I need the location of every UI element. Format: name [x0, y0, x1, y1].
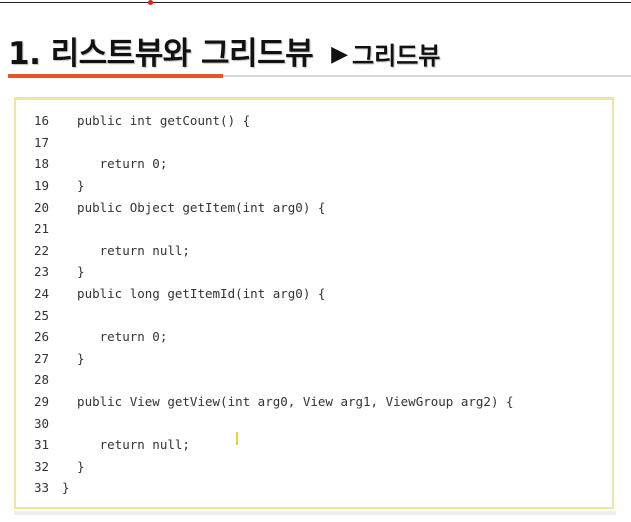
- line-number: 23: [34, 264, 50, 280]
- line-number: 22: [34, 242, 50, 258]
- code-line: 18 return 0;: [34, 153, 514, 175]
- line-code: return null;: [62, 242, 190, 258]
- line-number: 28: [34, 372, 50, 388]
- slide-title: 1. 리스트뷰와 그리드뷰 ▶ 그리드뷰: [8, 28, 440, 72]
- code-line: 25: [34, 304, 514, 326]
- pointer-dot: [148, 0, 153, 5]
- line-code: return 0;: [62, 156, 168, 172]
- slide-title-text: 1. 리스트뷰와 그리드뷰: [8, 36, 314, 72]
- line-number: 29: [34, 394, 50, 410]
- line-code: public View getView(int arg0, View arg1,…: [62, 394, 514, 410]
- line-code: }: [62, 480, 70, 496]
- line-number: 17: [34, 134, 50, 150]
- code-line: 32 }: [34, 456, 514, 478]
- code-panel-shadow: [14, 511, 616, 515]
- code-line: 27 }: [34, 348, 514, 370]
- code-line: 17: [34, 132, 514, 154]
- code-line: 31 return null;: [34, 434, 514, 456]
- code-line: 22 return null;: [34, 240, 514, 262]
- line-code: }: [62, 350, 85, 366]
- line-code: return 0;: [62, 329, 168, 345]
- code-line: 30: [34, 412, 514, 434]
- line-code: public Object getItem(int arg0) {: [62, 199, 326, 215]
- code-line: 21: [34, 218, 514, 240]
- code-line: 26 return 0;: [34, 326, 514, 348]
- line-number: 21: [34, 221, 50, 237]
- line-code: }: [62, 264, 85, 280]
- code-line: 23 }: [34, 261, 514, 283]
- top-divider-line: [0, 2, 631, 3]
- line-number: 32: [34, 458, 50, 474]
- line-number: 20: [34, 199, 50, 215]
- line-number: 19: [34, 178, 50, 194]
- code-line: 33}: [34, 477, 514, 499]
- title-underline-accent: [8, 74, 223, 78]
- code-line: 16 public int getCount() {: [34, 110, 514, 132]
- code-panel: 16 public int getCount() { 17 18 return …: [14, 97, 614, 509]
- line-code: }: [62, 178, 85, 194]
- line-number: 26: [34, 329, 50, 345]
- line-number: 25: [34, 307, 50, 323]
- line-number: 27: [34, 350, 50, 366]
- slide-subtitle: 그리드뷰: [352, 42, 441, 70]
- text-cursor: [236, 432, 238, 445]
- code-line: 29 public View getView(int arg0, View ar…: [34, 391, 514, 413]
- line-number: 24: [34, 286, 50, 302]
- line-number: 33: [34, 480, 50, 496]
- code-line: 19 }: [34, 175, 514, 197]
- line-number: 31: [34, 437, 50, 453]
- code-line: 20 public Object getItem(int arg0) {: [34, 196, 514, 218]
- line-number: 18: [34, 156, 50, 172]
- line-code: public long getItemId(int arg0) {: [62, 286, 326, 302]
- code-line: 28: [34, 369, 514, 391]
- line-number: 16: [34, 113, 50, 129]
- line-number: 30: [34, 415, 50, 431]
- line-code: }: [62, 458, 85, 474]
- code-line: 24 public long getItemId(int arg0) {: [34, 283, 514, 305]
- code-listing: 16 public int getCount() { 17 18 return …: [34, 110, 514, 499]
- triangle-arrow-icon: ▶: [331, 42, 349, 67]
- line-code: return null;: [62, 437, 190, 453]
- line-code: public int getCount() {: [62, 113, 251, 129]
